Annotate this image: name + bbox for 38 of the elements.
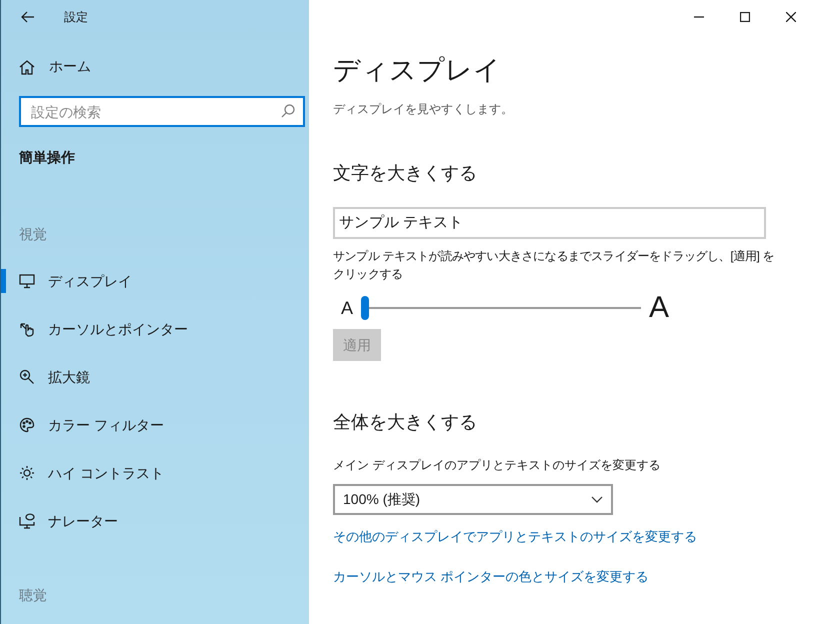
nav-item[interactable]: 拡大鏡 [48, 366, 90, 388]
section-heading: 文字を大きくする [333, 162, 477, 185]
nav-item[interactable]: ナレーター [48, 510, 118, 532]
small-a-label: A [341, 296, 354, 320]
home-link[interactable]: ホーム [49, 56, 91, 77]
window-title: 設定 [64, 9, 88, 26]
chevron-down-icon [591, 496, 603, 503]
palette-icon [19, 417, 35, 433]
scale-dropdown[interactable]: 100% (推奨) [333, 484, 613, 515]
category-heading: 簡単操作 [19, 148, 75, 167]
maximize-icon [740, 12, 750, 22]
page-subtitle: ディスプレイを見やすくします。 [333, 101, 513, 118]
hand-pointer-icon [19, 321, 35, 337]
text-size-slider[interactable] [361, 296, 642, 320]
search-icon [281, 104, 295, 118]
search-field[interactable]: 設定の検索 [19, 96, 305, 127]
section-heading: 全体を大きくする [333, 411, 477, 434]
settings-link[interactable]: カーソルとマウス ポインターの色とサイズを変更する [333, 566, 649, 586]
nav-item[interactable]: ハイ コントラスト [48, 462, 164, 484]
nav-item[interactable]: カーソルとポインター [48, 318, 188, 340]
slider-description: サンプル テキストが読みやすい大きさになるまでスライダーをドラッグし、[適用] をクリックする [333, 248, 775, 283]
zoom-in-icon [19, 369, 35, 385]
page-title: ディスプレイ [333, 54, 501, 87]
section-heading: 聴覚 [19, 586, 47, 605]
sample-text-box: サンプル テキスト [333, 207, 766, 239]
nav-item[interactable]: ディスプレイ [48, 270, 132, 292]
narrator-icon [19, 513, 35, 529]
sun-icon [19, 465, 35, 481]
home-icon [19, 58, 35, 74]
section-heading: 視覚 [19, 225, 47, 244]
nav-item[interactable]: カラー フィルター [48, 414, 164, 436]
back-arrow-icon [21, 11, 35, 23]
dropdown-label: メイン ディスプレイのアプリとテキストのサイズを変更する [333, 457, 660, 474]
close-icon [786, 12, 796, 22]
dropdown-value: 100% (推奨) [343, 490, 420, 509]
monitor-icon [19, 273, 35, 289]
settings-link[interactable]: その他のディスプレイでアプリとテキストのサイズを変更する [333, 527, 697, 546]
large-a-label: A [649, 293, 670, 323]
